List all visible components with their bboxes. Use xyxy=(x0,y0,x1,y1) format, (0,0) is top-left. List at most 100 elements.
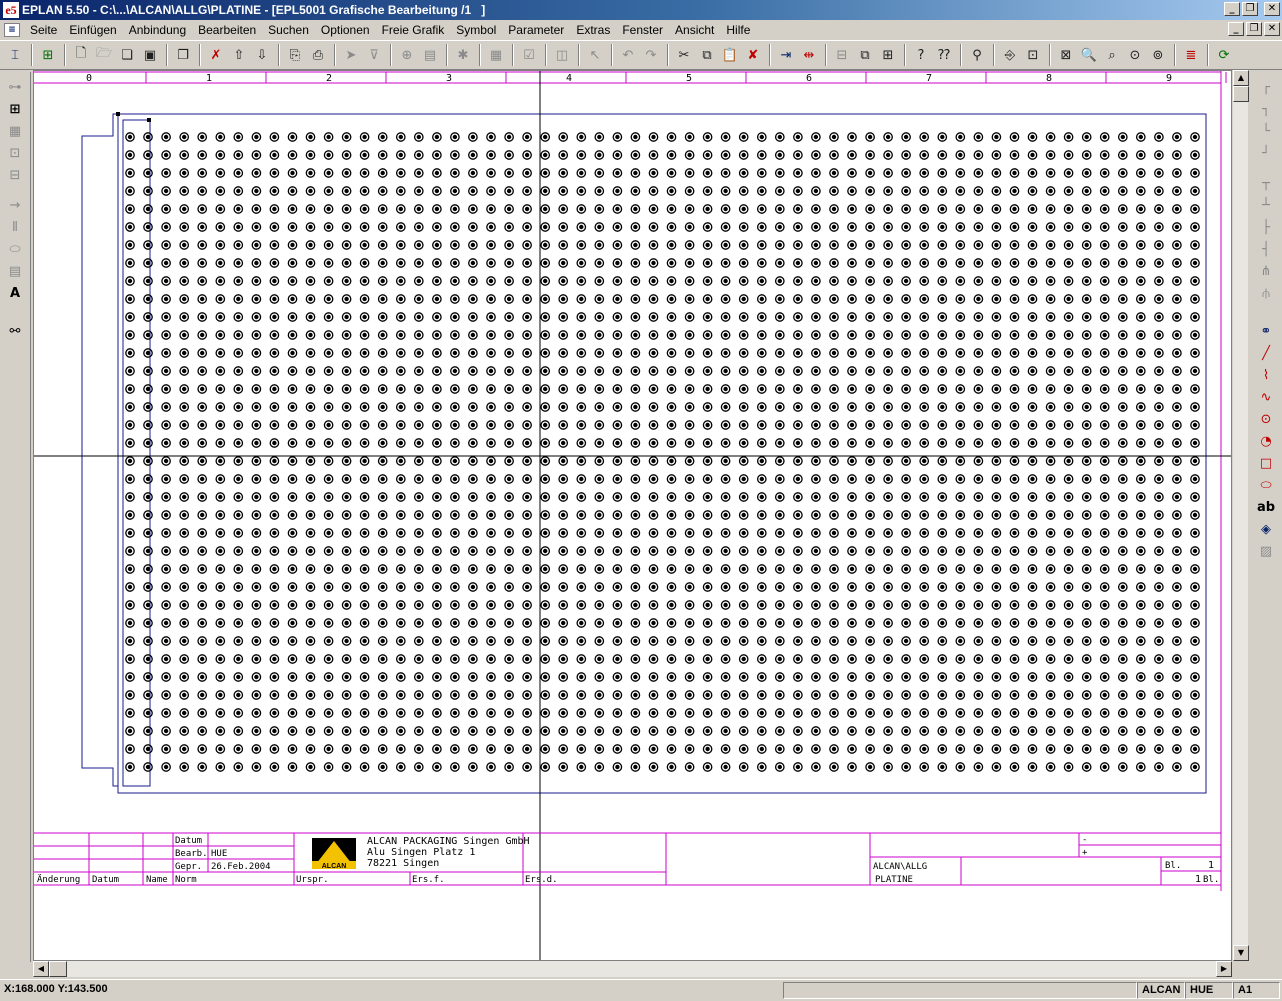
zoom-previous-icon[interactable]: ⊚ xyxy=(1147,44,1169,66)
connect-icon[interactable]: ⇥ xyxy=(775,44,797,66)
delete-page-icon[interactable]: ✗ xyxy=(205,44,227,66)
filter-icon[interactable]: ⊽ xyxy=(363,44,385,66)
list-icon[interactable]: ≣ xyxy=(1180,44,1202,66)
redo-icon[interactable]: ↷ xyxy=(640,44,662,66)
rectangle-icon[interactable]: □ xyxy=(1255,454,1277,474)
forward-icon[interactable]: ➤ xyxy=(340,44,362,66)
menu-anbindung[interactable]: Anbindung xyxy=(123,23,192,37)
zoom-in-icon[interactable]: 🔍 xyxy=(1078,44,1100,66)
zoom-out-icon[interactable]: ⌕ xyxy=(1101,44,1123,66)
insert-symbol-icon[interactable]: ⎆ xyxy=(999,44,1021,66)
drawing-canvas[interactable]: 0123456789 Datum Bearb. HUE Gepr. 26.Feb… xyxy=(33,70,1232,961)
terminal-icon[interactable]: ⊡ xyxy=(1022,44,1044,66)
check-icon[interactable]: ☑ xyxy=(518,44,540,66)
find-icon[interactable]: ⚲ xyxy=(966,44,988,66)
symbol-insert-icon[interactable]: ⊞ xyxy=(4,100,26,120)
rail-strip[interactable] xyxy=(122,119,151,787)
tee-right-icon[interactable]: ├ xyxy=(1255,218,1277,238)
grid-icon[interactable]: ▦ xyxy=(485,44,507,66)
corner-tl-icon[interactable]: ┌ xyxy=(1255,78,1277,98)
plate-outline[interactable] xyxy=(117,113,1207,794)
select-mode-icon[interactable]: ⌶ xyxy=(4,44,26,66)
pointer-icon[interactable]: ↖ xyxy=(584,44,606,66)
context-help-icon[interactable]: ⁇ xyxy=(933,44,955,66)
minimize-button[interactable]: _ xyxy=(1224,2,1240,16)
fork-up-icon[interactable]: ⋔ xyxy=(1255,262,1277,282)
corner-bl-icon[interactable]: └ xyxy=(1255,122,1277,142)
save-page-icon[interactable]: ▣ xyxy=(139,44,161,66)
document-window-icon[interactable]: ≡ xyxy=(4,22,20,37)
structure-icon[interactable]: ⊶ xyxy=(4,78,26,98)
binoculars-icon[interactable]: ⚯ xyxy=(4,322,26,342)
menu-parameter[interactable]: Parameter xyxy=(502,23,570,37)
menu-optionen[interactable]: Optionen xyxy=(315,23,376,37)
vertical-scroll-thumb[interactable] xyxy=(1233,86,1249,102)
menu-freie-grafik[interactable]: Freie Grafik xyxy=(376,23,451,37)
horizontal-scroll-thumb[interactable] xyxy=(49,961,67,977)
text-ab-icon[interactable]: ab xyxy=(1255,498,1277,518)
ellipse-icon[interactable]: ⬭ xyxy=(1255,476,1277,496)
text-icon[interactable]: A xyxy=(4,284,26,304)
schematic-drawing[interactable]: 0123456789 Datum Bearb. HUE Gepr. 26.Feb… xyxy=(34,71,1232,961)
device-icon[interactable]: ⊟ xyxy=(4,166,26,186)
layers-icon[interactable]: ◫ xyxy=(551,44,573,66)
menu-fenster[interactable]: Fenster xyxy=(616,23,669,37)
open-page-icon[interactable]: 🗁 xyxy=(93,44,115,66)
scroll-up-icon[interactable]: ▲ xyxy=(1233,70,1249,86)
tree-view-icon[interactable]: ⊞ xyxy=(37,44,59,66)
scroll-down-icon[interactable]: ▼ xyxy=(1233,945,1249,961)
eplan-app-icon[interactable]: e5 xyxy=(3,2,19,18)
rail-bracket[interactable] xyxy=(81,113,118,787)
zoom-target-icon[interactable]: ⊕ xyxy=(396,44,418,66)
scroll-left-icon[interactable]: ◀ xyxy=(33,961,49,977)
selection-handle[interactable] xyxy=(147,118,151,122)
menu-ansicht[interactable]: Ansicht xyxy=(669,23,720,37)
copy-page-icon[interactable]: ❏ xyxy=(116,44,138,66)
image-icon[interactable]: ▨ xyxy=(1255,542,1277,562)
document-icon[interactable]: ▤ xyxy=(419,44,441,66)
hatch-icon[interactable]: ◈ xyxy=(1255,520,1277,540)
curve-icon[interactable]: ∿ xyxy=(1255,388,1277,408)
magic-icon[interactable]: ✱ xyxy=(452,44,474,66)
page-down-icon[interactable]: ⇩ xyxy=(251,44,273,66)
symbol-icon[interactable]: ⊟ xyxy=(831,44,853,66)
new-page-icon[interactable]: 🗋 xyxy=(70,44,92,66)
vertical-scrollbar[interactable]: ▲ ▼ xyxy=(1232,70,1249,961)
delete-icon[interactable]: ✘ xyxy=(742,44,764,66)
horizontal-scrollbar[interactable]: ◀ ▶ xyxy=(33,961,1232,977)
disconnect-icon[interactable]: ⇹ xyxy=(798,44,820,66)
arrow-icon[interactable]: → xyxy=(4,196,26,216)
tee-up-icon[interactable]: ┴ xyxy=(1255,196,1277,216)
doc-close-button[interactable]: ✕ xyxy=(1264,22,1280,36)
menu-seite[interactable]: Seite xyxy=(24,23,63,37)
window-tile-icon[interactable]: ⊞ xyxy=(877,44,899,66)
zoom-all-icon[interactable]: ⊙ xyxy=(1124,44,1146,66)
help-icon[interactable]: ? xyxy=(910,44,932,66)
corner-tr-icon[interactable]: ┐ xyxy=(1255,100,1277,120)
menu-extras[interactable]: Extras xyxy=(570,23,616,37)
table-icon[interactable]: ▤ xyxy=(4,262,26,282)
link-icon[interactable]: ⚭ xyxy=(1255,322,1277,342)
paste-icon[interactable]: 📋 xyxy=(719,44,741,66)
window-cascade-icon[interactable]: ⧉ xyxy=(854,44,876,66)
arc-icon[interactable]: ◔ xyxy=(1255,432,1277,452)
tee-left-icon[interactable]: ┤ xyxy=(1255,240,1277,260)
bus-icon[interactable]: ⬭ xyxy=(4,240,26,260)
doc-restore-button[interactable]: ❐ xyxy=(1246,22,1262,36)
copy-icon[interactable]: ⧉ xyxy=(696,44,718,66)
cable-icon[interactable]: ⫴ xyxy=(4,218,26,238)
cut-icon[interactable]: ✂ xyxy=(673,44,695,66)
tee-down-icon[interactable]: ┬ xyxy=(1255,174,1277,194)
scroll-right-icon[interactable]: ▶ xyxy=(1216,961,1232,977)
undo-icon[interactable]: ↶ xyxy=(617,44,639,66)
plc-icon[interactable]: ⊡ xyxy=(4,144,26,164)
line-icon[interactable]: ╱ xyxy=(1255,344,1277,364)
corner-br-icon[interactable]: ┘ xyxy=(1255,144,1277,164)
circle-icon[interactable]: ⊙ xyxy=(1255,410,1277,430)
restore-button[interactable]: ❐ xyxy=(1242,2,1258,16)
refresh-icon[interactable]: ⟳ xyxy=(1213,44,1235,66)
macro-icon[interactable]: ▦ xyxy=(4,122,26,142)
selection-handle[interactable] xyxy=(116,112,120,116)
page-list-icon[interactable]: ❐ xyxy=(172,44,194,66)
zoom-window-icon[interactable]: ⊠ xyxy=(1055,44,1077,66)
